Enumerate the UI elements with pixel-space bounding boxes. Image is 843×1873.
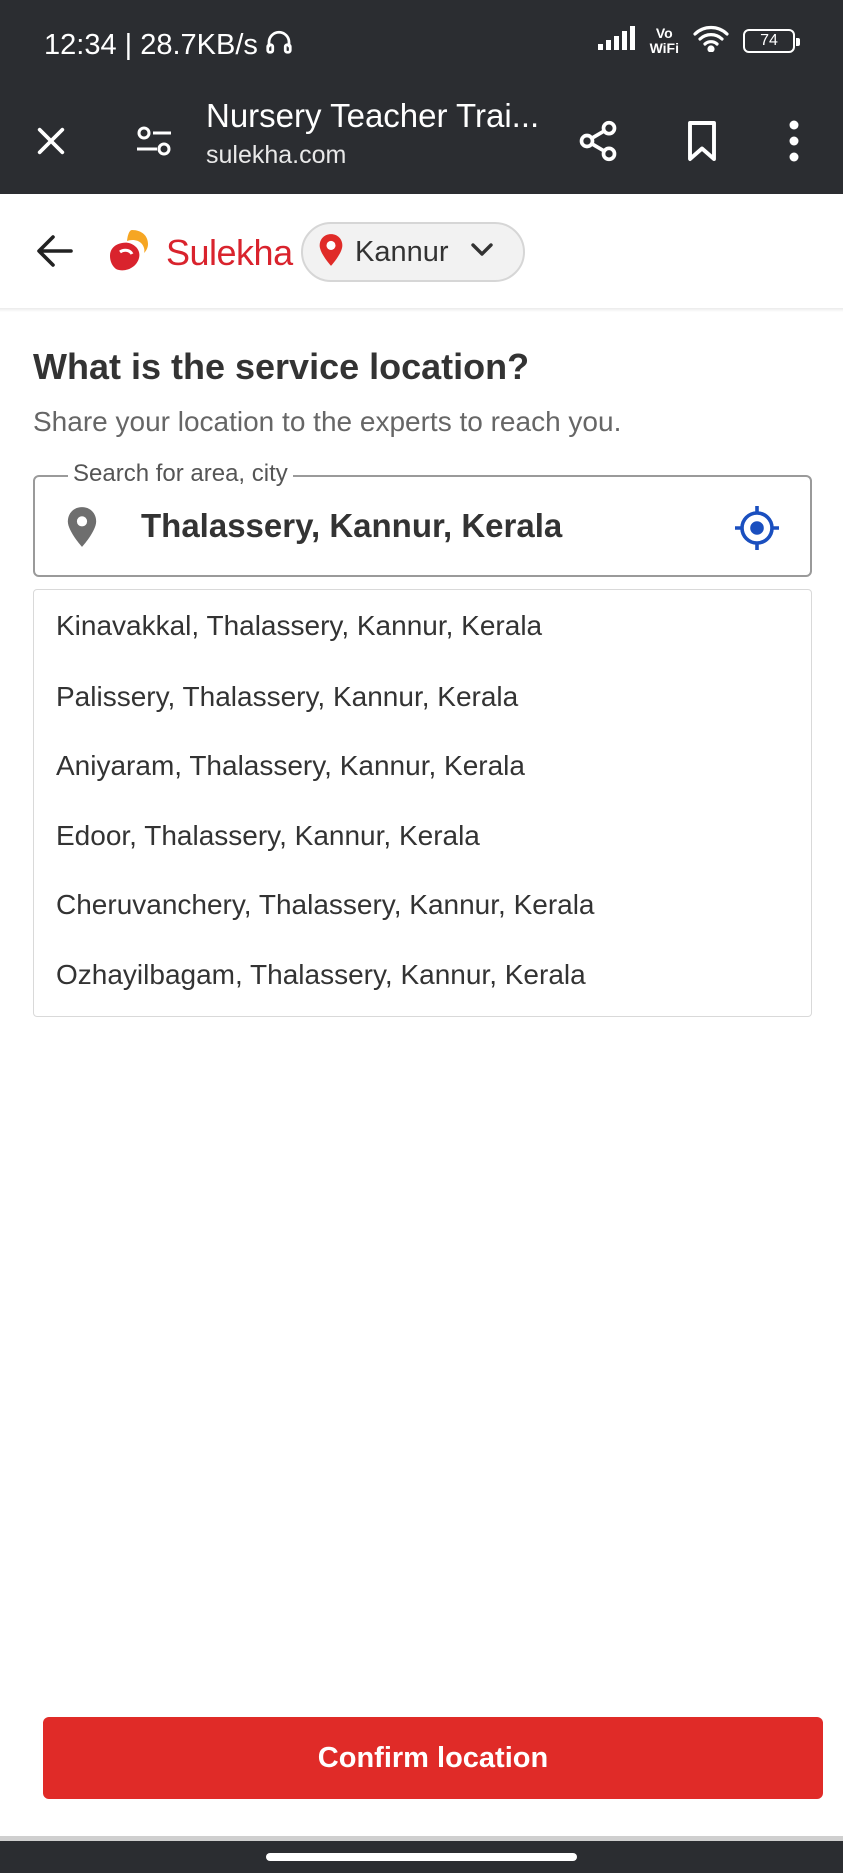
- app-header: Sulekha Kannur: [0, 194, 843, 310]
- gps-locate-icon[interactable]: [732, 503, 782, 553]
- location-search-field[interactable]: Search for area, city Thalassery, Kannur…: [33, 460, 812, 577]
- share-icon[interactable]: [570, 113, 626, 169]
- battery-level: 74: [760, 31, 778, 49]
- status-left: 12:34 | 28.7KB/s: [44, 26, 294, 64]
- sulekha-logo[interactable]: Sulekha: [106, 226, 293, 279]
- search-input[interactable]: Thalassery, Kannur, Kerala: [141, 507, 562, 545]
- status-bar: 12:34 | 28.7KB/s Vo WiFi 74: [0, 0, 843, 88]
- system-nav-bar: [0, 1836, 843, 1873]
- city-name: Kannur: [355, 235, 449, 268]
- page-settings-icon[interactable]: [126, 113, 182, 169]
- signal-icon: [597, 26, 636, 55]
- vowifi-top: Vo: [655, 24, 673, 41]
- status-right: Vo WiFi 74: [597, 24, 800, 57]
- status-time-speed: 12:34 | 28.7KB/s: [44, 28, 258, 61]
- chevron-down-icon: [469, 241, 495, 264]
- logo-icon: [106, 226, 158, 279]
- location-pin-icon: [65, 505, 99, 554]
- suggestion-item[interactable]: Edoor, Thalassery, Kannur, Kerala: [34, 801, 811, 871]
- browser-page-title[interactable]: Nursery Teacher Trai...: [206, 97, 539, 135]
- suggestion-item[interactable]: Kinavakkal, Thalassery, Kannur, Kerala: [34, 590, 811, 662]
- browser-toolbar: Nursery Teacher Trai... sulekha.com: [0, 88, 843, 194]
- suggestion-item[interactable]: Aniyaram, Thalassery, Kannur, Kerala: [34, 732, 811, 802]
- confirm-location-button[interactable]: Confirm location: [43, 1717, 823, 1799]
- more-icon[interactable]: [766, 113, 822, 169]
- vowifi-indicator: Vo WiFi: [649, 24, 679, 56]
- back-arrow-icon[interactable]: [30, 226, 80, 276]
- logo-text: Sulekha: [166, 231, 293, 273]
- suggestions-list: Kinavakkal, Thalassery, Kannur, Kerala P…: [33, 589, 812, 1017]
- search-field-label: Search for area, city: [68, 460, 293, 488]
- header-divider: [0, 308, 843, 312]
- vowifi-bottom: WiFi: [649, 39, 679, 56]
- wifi-icon: [693, 24, 729, 57]
- home-gesture-handle[interactable]: [266, 1853, 577, 1861]
- suggestion-item[interactable]: Ozhayilbagam, Thalassery, Kannur, Kerala: [34, 940, 811, 1010]
- city-selector[interactable]: Kannur: [301, 222, 525, 282]
- page-subtitle: Share your location to the experts to re…: [33, 406, 622, 437]
- suggestion-item[interactable]: Cheruvanchery, Thalassery, Kannur, Keral…: [34, 871, 811, 941]
- battery-icon: 74: [743, 28, 800, 53]
- bookmark-icon[interactable]: [674, 113, 730, 169]
- headphones-icon: [264, 26, 294, 64]
- location-pin-icon: [317, 233, 345, 272]
- browser-url[interactable]: sulekha.com: [206, 141, 346, 170]
- page-title: What is the service location?: [33, 346, 530, 387]
- close-icon[interactable]: [23, 113, 79, 169]
- suggestion-item[interactable]: Palissery, Thalassery, Kannur, Kerala: [34, 662, 811, 732]
